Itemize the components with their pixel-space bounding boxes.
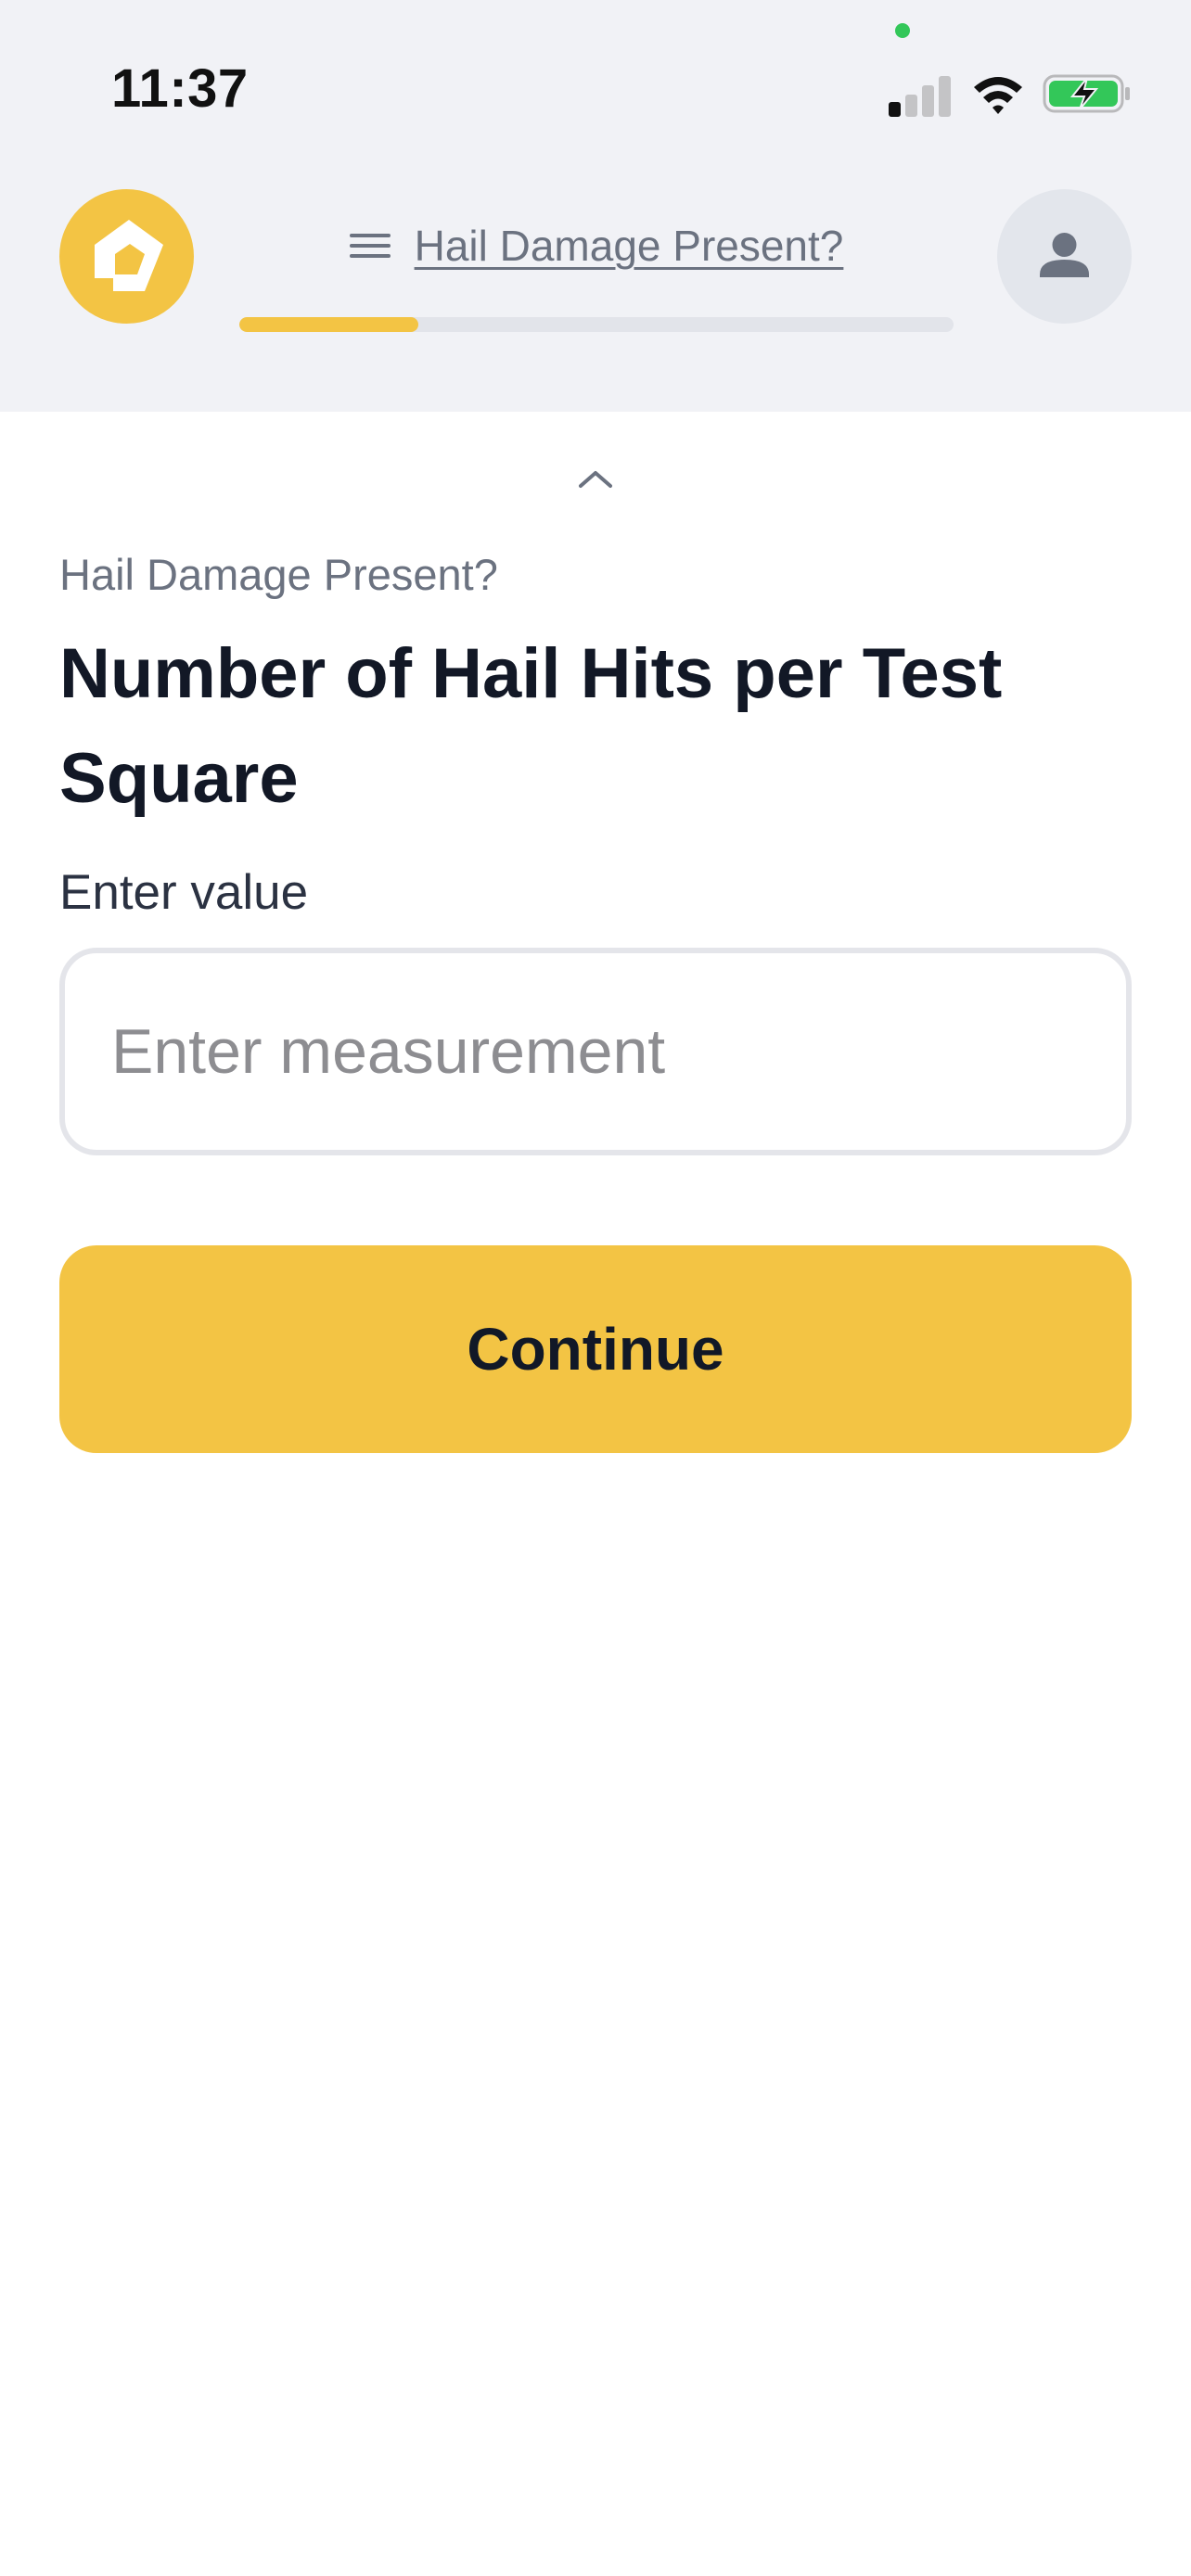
status-time: 11:37 <box>111 58 249 119</box>
field-label: Enter value <box>59 865 309 920</box>
page-title: Number of Hail Hits per Test Square <box>59 634 1003 818</box>
app-header: 11:37 Hail Damage Present? <box>0 0 1191 412</box>
wifi-icon <box>970 72 1026 115</box>
progress-bar-fill <box>239 317 418 332</box>
cellular-signal-icon <box>889 74 952 117</box>
continue-button[interactable]: Continue <box>59 1245 1132 1453</box>
measurement-input[interactable] <box>59 948 1132 1155</box>
battery-charging-icon <box>1043 72 1132 115</box>
section-title-link[interactable]: Hail Damage Present? <box>415 221 844 271</box>
house-logo-icon[interactable] <box>59 189 194 324</box>
privacy-indicator-dot <box>895 23 910 38</box>
user-icon[interactable] <box>997 189 1132 324</box>
hamburger-menu-icon[interactable] <box>349 232 391 260</box>
breadcrumb: Hail Damage Present? <box>59 550 498 599</box>
progress-bar <box>239 317 954 332</box>
chevron-up-icon[interactable] <box>573 464 618 493</box>
section-selector[interactable]: Hail Damage Present? <box>239 213 954 278</box>
